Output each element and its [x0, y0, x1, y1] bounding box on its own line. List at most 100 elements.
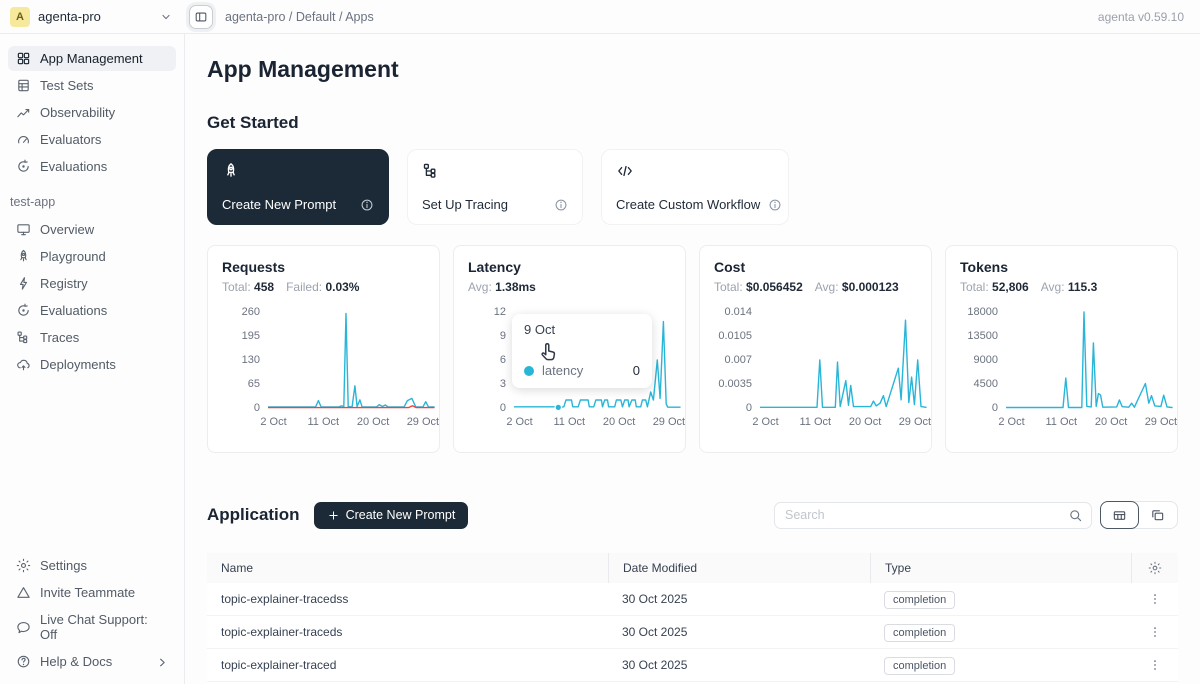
app-date-modified: 30 Oct 2025 [608, 625, 870, 639]
column-header-date-modified[interactable]: Date Modified [608, 553, 870, 583]
table-view-button[interactable] [1100, 501, 1139, 529]
sidebar-item-overview[interactable]: Overview [8, 217, 176, 242]
sidebar-item-label: Deployments [40, 357, 116, 372]
get-started-card-set-up-tracing[interactable]: Set Up Tracing [407, 149, 583, 225]
sidebar-item-test-sets[interactable]: Test Sets [8, 73, 176, 98]
kebab-menu-icon[interactable] [1148, 658, 1162, 672]
monitor-icon [16, 222, 31, 237]
sidebar-item-evaluations[interactable]: Evaluations [8, 154, 176, 179]
sidebar-item-observability[interactable]: Observability [8, 100, 176, 125]
sidebar-item-deployments[interactable]: Deployments [8, 352, 176, 377]
sidebar-item-evaluations[interactable]: Evaluations [8, 298, 176, 323]
rocket-icon [16, 249, 31, 264]
sidebar-item-settings[interactable]: Settings [8, 553, 176, 578]
get-started-card-create-custom-workflow[interactable]: Create Custom Workflow [601, 149, 789, 225]
x-axis-label: 29 Oct [899, 416, 931, 428]
sidebar-item-label: App Management [40, 51, 143, 66]
sidebar-item-invite-teammate[interactable]: Invite Teammate [8, 580, 176, 605]
sidebar-toggle-button[interactable] [189, 5, 213, 29]
metric-stats: Total: 458Failed: 0.03% [222, 280, 425, 294]
search-icon[interactable] [1068, 508, 1083, 523]
sidebar-item-label: Settings [40, 558, 87, 573]
x-axis-label: 29 Oct [1145, 416, 1177, 428]
sidebar-item-app-management[interactable]: App Management [8, 46, 176, 71]
y-axis-label: 18000 [960, 306, 998, 318]
chevron-down-icon[interactable] [159, 10, 173, 24]
y-axis-label: 0 [960, 402, 998, 414]
sidebar-item-label: Evaluations [40, 303, 107, 318]
gear-icon [1148, 561, 1162, 575]
chat-icon [16, 620, 31, 635]
info-icon [360, 198, 374, 212]
history-icon [16, 159, 31, 174]
sidebar-item-registry[interactable]: Registry [8, 271, 176, 296]
cursor-icon [538, 342, 558, 362]
card-view-button[interactable] [1138, 502, 1177, 528]
column-header-name[interactable]: Name [207, 553, 608, 583]
x-axis-label: 20 Oct [849, 416, 881, 428]
panel-icon [194, 10, 208, 24]
x-axis-label: 29 Oct [653, 416, 685, 428]
workspace-name: agenta-pro [38, 9, 101, 24]
sidebar-item-traces[interactable]: Traces [8, 325, 176, 350]
y-axis-label: 6 [468, 354, 506, 366]
y-axis-label: 260 [222, 306, 260, 318]
plus-icon [327, 509, 340, 522]
sidebar-item-live-chat-support-off[interactable]: Live Chat Support: Off [8, 607, 176, 647]
invite-icon [16, 585, 31, 600]
table-row[interactable]: topic-explainer-tracedss30 Oct 2025compl… [207, 583, 1178, 616]
sidebar-item-label: Help & Docs [40, 654, 112, 669]
metric-title: Tokens [960, 259, 1163, 275]
x-axis-label: 20 Oct [357, 416, 389, 428]
column-header-settings[interactable] [1131, 553, 1178, 583]
y-axis-label: 65 [222, 378, 260, 390]
workspace-switcher[interactable]: A agenta-pro [0, 7, 185, 27]
view-toggle [1100, 501, 1178, 529]
testsets-icon [16, 78, 31, 93]
metric-title: Latency [468, 259, 671, 275]
x-axis-label: 2 Oct [506, 416, 532, 428]
x-axis-label: 20 Oct [603, 416, 635, 428]
sidebar-main-list: App ManagementTest SetsObservabilityEval… [8, 46, 176, 179]
table-body: topic-explainer-tracedss30 Oct 2025compl… [207, 583, 1178, 684]
x-axis-label: 20 Oct [1095, 416, 1127, 428]
sidebar-item-evaluators[interactable]: Evaluators [8, 127, 176, 152]
table-row[interactable]: topic-explainer-traced30 Oct 2025complet… [207, 649, 1178, 682]
sidebar-item-playground[interactable]: Playground [8, 244, 176, 269]
requests-chart [268, 306, 438, 412]
code-icon [616, 162, 634, 180]
search-input[interactable] [774, 502, 1092, 529]
chevron-right-icon [155, 655, 170, 670]
y-axis-label: 0 [222, 402, 260, 414]
get-started-cards: Create New PromptSet Up Tracing Create Cu… [207, 149, 1178, 225]
y-axis-label: 195 [222, 330, 260, 342]
y-axis-label: 13500 [960, 330, 998, 342]
y-axis-label: 130 [222, 354, 260, 366]
gauge-icon [16, 132, 31, 147]
kebab-menu-icon[interactable] [1148, 625, 1162, 639]
column-header-type[interactable]: Type [870, 553, 1131, 583]
sidebar-item-label: Overview [40, 222, 94, 237]
cost-metric-card: CostTotal: $0.056452Avg: $0.0001230.0140… [699, 245, 932, 453]
y-axis-label: 9000 [960, 354, 998, 366]
card-label: Create Custom Workflow [616, 197, 760, 212]
requests-metric-card: RequestsTotal: 458Failed: 0.03%260195130… [207, 245, 440, 453]
topbar: A agenta-pro agenta-pro / Default / Apps… [0, 0, 1200, 34]
breadcrumb: agenta-pro / Default / Apps [225, 10, 374, 24]
y-axis-label: 9 [468, 330, 506, 342]
create-new-prompt-button[interactable]: Create New Prompt [314, 502, 469, 529]
kebab-menu-icon[interactable] [1148, 592, 1162, 606]
latency-metric-card: LatencyAvg: 1.38ms1296302 Oct11 Oct20 Oc… [453, 245, 686, 453]
chart-tooltip: 9 Octlatency0 [512, 314, 652, 388]
table-view-icon [1112, 508, 1127, 523]
get-started-card-create-new-prompt[interactable]: Create New Prompt [207, 149, 389, 225]
sidebar-item-label: Test Sets [40, 78, 93, 93]
table-row[interactable]: topic-explainer-traceds30 Oct 2025comple… [207, 616, 1178, 649]
info-icon [554, 198, 568, 212]
get-started-heading: Get Started [207, 113, 1178, 133]
sidebar-item-help-docs[interactable]: Help & Docs [8, 649, 176, 674]
cost-chart [760, 306, 930, 412]
y-axis-label: 0.007 [714, 354, 752, 366]
question-icon [16, 654, 31, 669]
sidebar-item-label: Registry [40, 276, 88, 291]
